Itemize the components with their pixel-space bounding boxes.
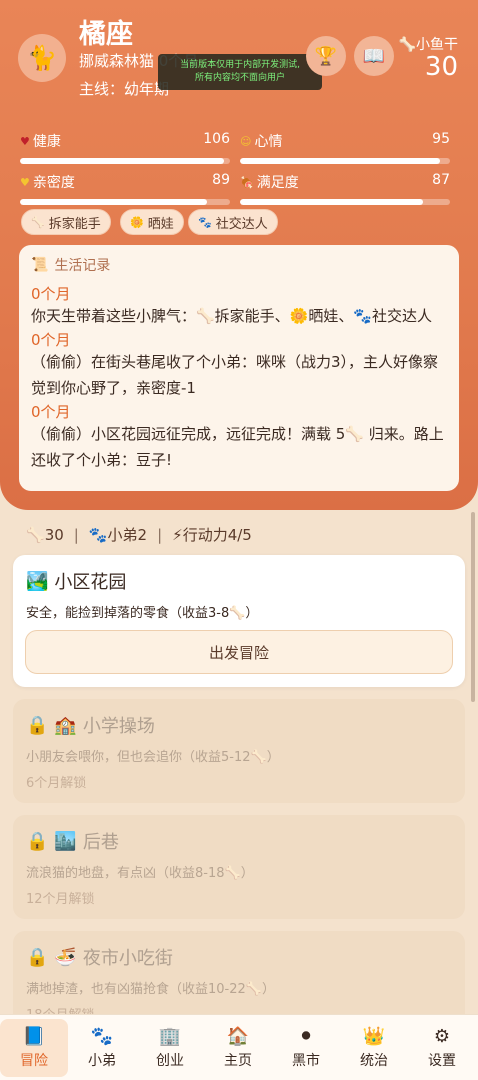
- flower-icon: 🌼: [130, 215, 144, 229]
- trophy-button[interactable]: 🏆: [306, 36, 346, 76]
- stat-health: ♥ 健康 106: [20, 131, 230, 164]
- trait-tag[interactable]: 🐾 社交达人: [188, 209, 278, 235]
- nav-business[interactable]: 🏢 创业: [136, 1019, 204, 1077]
- lock-icon: 🔒: [26, 714, 49, 736]
- fish-icon: 🦴: [398, 37, 416, 53]
- log-time: 0个月: [31, 331, 71, 349]
- trait-tag[interactable]: 🌼 晒娃: [120, 209, 184, 235]
- paw-icon: 🐾: [88, 526, 108, 544]
- stat-mood: ☺ 心情 95: [240, 131, 450, 164]
- fish-value: 30: [424, 52, 458, 82]
- book-button[interactable]: 📖: [354, 36, 394, 76]
- gear-icon: ⚙: [433, 1025, 451, 1047]
- trophy-icon: 🏆: [314, 45, 338, 67]
- log-text: （偷偷）小区花园远征完成，远征完成！满载 5🦴 归来。路上还收了个小弟：豆子!: [31, 425, 444, 469]
- noodle-icon: 🍜: [54, 946, 77, 968]
- intimacy-bar: [20, 199, 230, 205]
- bone-icon: 🦴: [26, 525, 45, 544]
- coin-icon: ⚫: [298, 1025, 314, 1047]
- stat-intimacy: ♥ 亲密度 89: [20, 172, 230, 205]
- bottom-nav: 📘 冒险 🐾 小弟 🏢 创业 🏠 主页 ⚫ 黑市 👑 统治 ⚙ 设置: [0, 1014, 478, 1080]
- dev-toast: 当前版本仅用于内部开发测试, 所有内容均不面向用户: [158, 54, 322, 90]
- mood-bar: [240, 158, 450, 164]
- resource-summary: 🦴30 | 🐾小弟2 | ⚡行动力4/5: [26, 525, 252, 545]
- nav-followers[interactable]: 🐾 小弟: [68, 1019, 136, 1077]
- location-desc: 满地掉渣，也有凶猫抢食（收益10-22🦴）: [26, 982, 275, 997]
- cat-avatar[interactable]: 🐈: [18, 34, 66, 82]
- lightning-icon: ⚡: [172, 526, 183, 544]
- location-desc: 安全，能捡到掉落的零食（收益3-8🦴）: [26, 606, 259, 621]
- lock-icon: 🔒: [26, 946, 49, 968]
- mainline-stage: 主线：幼年期: [79, 80, 170, 98]
- school-icon: 🏫: [54, 714, 77, 736]
- fish-label: 🦴小鱼干: [398, 37, 458, 53]
- location-title: 🔒 🍜 夜市小吃街: [26, 946, 173, 970]
- unlock-requirement: 18个月解锁: [26, 1004, 95, 1014]
- unlock-requirement: 6个月解锁: [26, 776, 87, 791]
- location-desc: 小朋友会喂你，但也会追你（收益5-12🦴）: [26, 750, 280, 765]
- trait-tag[interactable]: 🦴 拆家能手: [21, 209, 111, 235]
- smile-icon: ☺: [240, 134, 252, 148]
- paw-icon: 🐾: [90, 1025, 114, 1047]
- unlock-requirement: 12个月解锁: [26, 892, 95, 907]
- book-icon: 📘: [22, 1025, 46, 1047]
- health-bar: [20, 158, 230, 164]
- book-icon: 📖: [362, 45, 386, 67]
- log-text: （偷偷）在街头巷尾收了个小弟：咪咪（战力3），主人好像察觉到你心野了，亲密度-1: [31, 353, 439, 397]
- log-time: 0个月: [31, 403, 71, 421]
- log-text: 你天生带着这些小脾气：🦴拆家能手、🌼晒娃、🐾社交达人: [31, 307, 433, 325]
- location-title: 🔒 🏙️ 后巷: [26, 830, 119, 854]
- building-icon: 🏙️: [54, 830, 77, 852]
- office-icon: 🏢: [158, 1025, 182, 1047]
- location-card-playground: 🔒 🏫 小学操场 小朋友会喂你，但也会追你（收益5-12🦴） 6个月解锁: [13, 699, 465, 803]
- scrollbar[interactable]: [471, 512, 475, 702]
- food-icon: 🍖: [240, 175, 254, 189]
- location-card-alley: 🔒 🏙️ 后巷 流浪猫的地盘，有点凶（收益8-18🦴） 12个月解锁: [13, 815, 465, 919]
- lock-icon: 🔒: [26, 830, 49, 852]
- paw-icon: 🐾: [198, 215, 212, 229]
- nav-adventure[interactable]: 📘 冒险: [0, 1019, 68, 1077]
- heart-yellow-icon: ♥: [20, 175, 30, 189]
- bone-icon: 🦴: [31, 215, 45, 229]
- location-title: 🔒 🏫 小学操场: [26, 714, 155, 738]
- park-icon: 🏞️: [26, 570, 49, 592]
- toast-line: 当前版本仅用于内部开发测试,: [180, 60, 300, 70]
- cat-name: 橘座: [79, 19, 133, 50]
- nav-black-market[interactable]: ⚫ 黑市: [272, 1019, 340, 1077]
- location-card-garden: 🏞️ 小区花园 安全，能捡到掉落的零食（收益3-8🦴） 出发冒险: [13, 555, 465, 687]
- heart-icon: ♥: [20, 134, 30, 148]
- toast-line: 所有内容均不面向用户: [194, 73, 285, 83]
- nav-settings[interactable]: ⚙ 设置: [408, 1019, 476, 1077]
- crown-icon: 👑: [362, 1025, 386, 1047]
- nav-home[interactable]: 🏠 主页: [204, 1019, 272, 1077]
- life-log-panel: 📜 生活记录 0个月 你天生带着这些小脾气：🦴拆家能手、🌼晒娃、🐾社交达人 0个月…: [19, 245, 459, 491]
- location-desc: 流浪猫的地盘，有点凶（收益8-18🦴）: [26, 866, 254, 881]
- status-header: 🐈 橘座 挪威森林猫 0个月 主线：幼年期 当前版本仅用于内部开发测试, 所有内…: [0, 0, 478, 510]
- scroll-icon: 📜: [31, 257, 49, 273]
- nav-rule[interactable]: 👑 统治: [340, 1019, 408, 1077]
- location-card-night-market: 🔒🍜夜市小吃街 满地掉渣，也有凶猫抢食（收益10-22🦴） 18个月解锁: [13, 931, 465, 1014]
- satisfaction-bar: [240, 199, 450, 205]
- start-adventure-button[interactable]: 出发冒险: [25, 630, 453, 674]
- location-title: 🏞️ 小区花园: [26, 570, 127, 594]
- cat-icon: 🐈: [27, 44, 57, 72]
- log-title: 📜 生活记录: [31, 257, 111, 274]
- stat-satisfaction: 🍖 满足度 87: [240, 172, 450, 205]
- log-time: 0个月: [31, 285, 71, 303]
- home-icon: 🏠: [226, 1025, 250, 1047]
